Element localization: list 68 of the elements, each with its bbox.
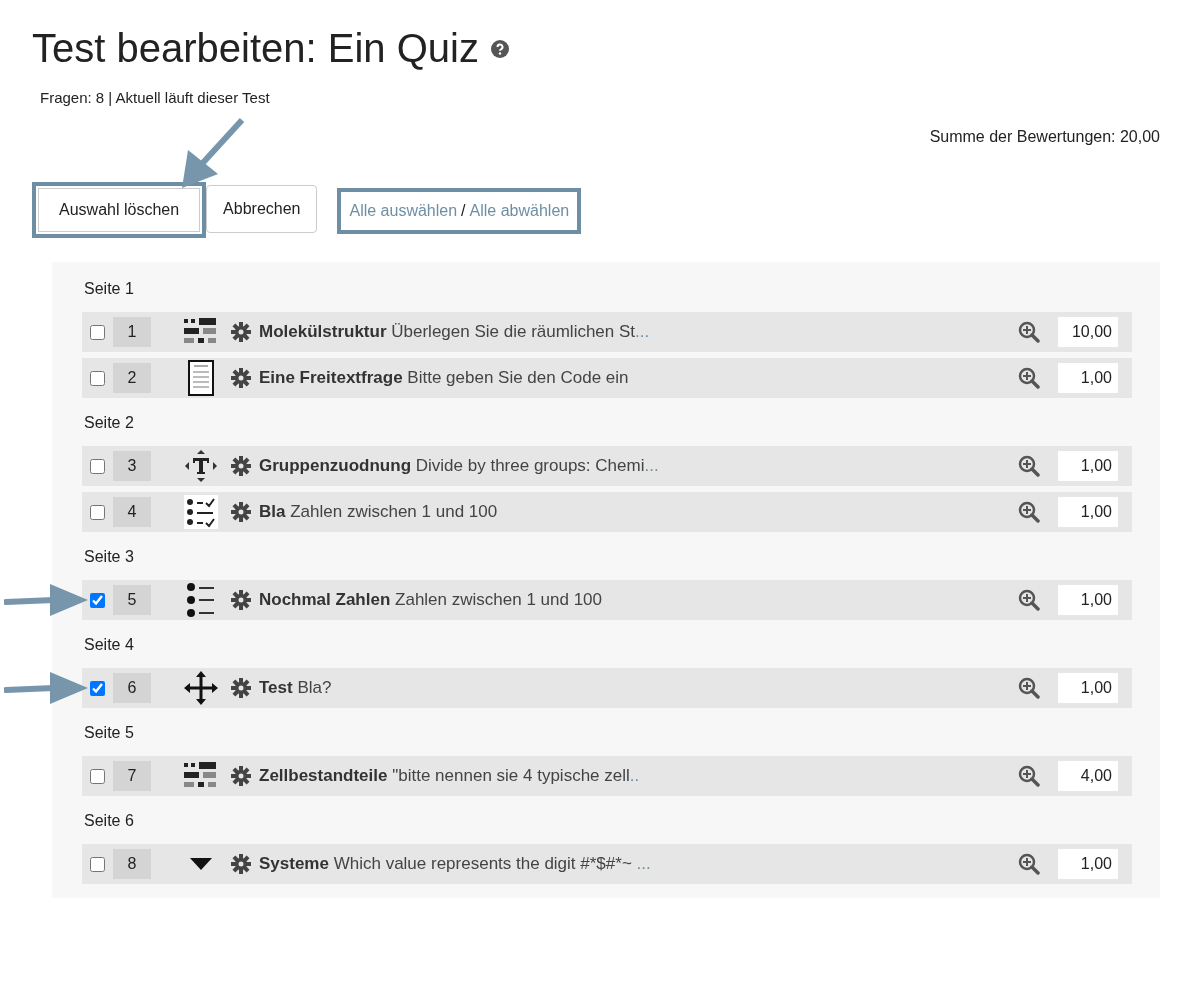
clear-selection-button[interactable]: Auswahl löschen — [38, 188, 201, 232]
cancel-button[interactable]: Abbrechen — [206, 185, 318, 233]
mark-field[interactable]: 1,00 — [1058, 673, 1118, 703]
question-number: 7 — [113, 761, 151, 791]
settings-icon[interactable] — [231, 854, 251, 874]
select-checkbox[interactable] — [90, 324, 105, 340]
select-checkbox[interactable] — [90, 856, 105, 872]
question-number: 6 — [113, 673, 151, 703]
deselect-all-link[interactable]: Alle abwählen — [469, 202, 570, 220]
question-text: Eine Freitextfrage Bitte geben Sie den Code ein — [259, 368, 630, 388]
select-checkbox[interactable] — [90, 680, 105, 696]
settings-icon[interactable] — [231, 766, 251, 786]
page-label: Seite 2 — [83, 413, 135, 433]
mark-field[interactable]: 1,00 — [1058, 363, 1118, 393]
quiz-info: Fragen: 8 | Aktuell läuft dieser Test — [40, 89, 271, 106]
caret-icon — [190, 858, 212, 870]
zoom-in-icon[interactable] — [1018, 589, 1040, 611]
page-label: Seite 1 — [83, 279, 135, 299]
page-title: Test bearbeiten: Ein Quiz — [32, 26, 479, 71]
move-arrows-icon — [184, 671, 218, 705]
zoom-in-icon[interactable] — [1018, 501, 1040, 523]
zoom-in-icon[interactable] — [1018, 455, 1040, 477]
mark-field[interactable]: 1,00 — [1058, 451, 1118, 481]
question-number: 1 — [113, 317, 151, 347]
zoom-in-icon[interactable] — [1018, 367, 1040, 389]
settings-icon[interactable] — [231, 456, 251, 476]
text-arrows-icon — [184, 449, 218, 483]
question-number: 2 — [113, 363, 151, 393]
zoom-in-icon[interactable] — [1018, 321, 1040, 343]
question-number: 3 — [113, 451, 151, 481]
zoom-in-icon[interactable] — [1018, 677, 1040, 699]
mark-field[interactable]: 1,00 — [1058, 497, 1118, 527]
page-label: Seite 3 — [83, 547, 135, 567]
list-icon — [186, 582, 216, 618]
checklist-icon — [184, 495, 218, 529]
page-label: Seite 4 — [83, 635, 135, 655]
help-icon[interactable] — [490, 39, 509, 58]
page-label: Seite 6 — [83, 811, 135, 831]
question-text: Nochmal Zahlen Zahlen zwischen 1 und 100 — [259, 590, 604, 610]
question-number: 8 — [113, 849, 151, 879]
select-checkbox[interactable] — [90, 370, 105, 386]
select-checkbox[interactable] — [90, 458, 105, 474]
zoom-in-icon[interactable] — [1018, 765, 1040, 787]
settings-icon[interactable] — [231, 322, 251, 342]
mark-field[interactable]: 1,00 — [1058, 585, 1118, 615]
mark-field[interactable]: 4,00 — [1058, 761, 1118, 791]
settings-icon[interactable] — [231, 368, 251, 388]
settings-icon[interactable] — [231, 502, 251, 522]
question-number: 5 — [113, 585, 151, 615]
question-text: Molekülstruktur Überlegen Sie die räumlichen St... — [259, 322, 651, 342]
question-text: Test Bla? — [259, 678, 333, 698]
select-checkbox[interactable] — [90, 592, 105, 608]
question-text: Bla Zahlen zwischen 1 und 100 — [259, 502, 499, 522]
question-text: Systeme Which value represents the digit #*$#*~ ... — [259, 854, 652, 874]
question-text: Zellbestandteile "bitte nennen sie 4 typische zell.. — [259, 766, 641, 786]
settings-icon[interactable] — [231, 590, 251, 610]
page-label: Seite 5 — [83, 723, 135, 743]
document-icon — [188, 360, 214, 396]
mark-field[interactable]: 1,00 — [1058, 849, 1118, 879]
question-number: 4 — [113, 497, 151, 527]
settings-icon[interactable] — [231, 678, 251, 698]
separator: / — [461, 202, 466, 220]
total-marks: Summe der Bewertungen: 20,00 — [928, 128, 1160, 146]
mark-field[interactable]: 10,00 — [1058, 317, 1118, 347]
select-checkbox[interactable] — [90, 768, 105, 784]
select-checkbox[interactable] — [90, 504, 105, 520]
question-text: Gruppenzuodnung Divide by three groups: Chemi... — [259, 456, 660, 476]
zoom-in-icon[interactable] — [1018, 853, 1040, 875]
